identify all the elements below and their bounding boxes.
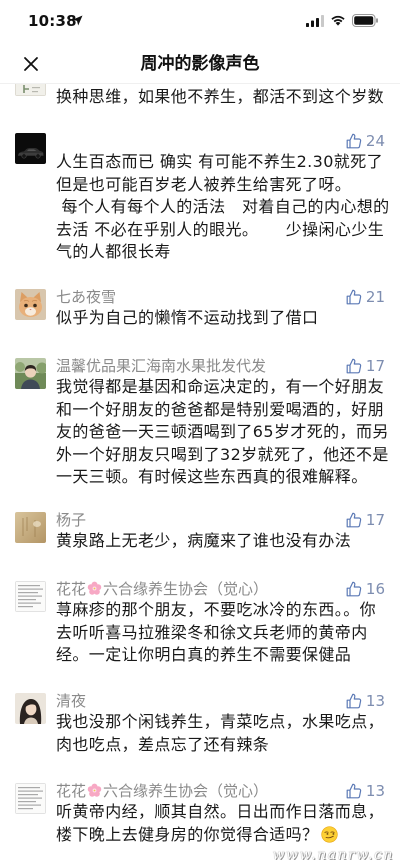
like-button[interactable]: 16 bbox=[346, 578, 385, 600]
comment-text-line: 楼下晚上去健身房的你觉得合适吗？ bbox=[56, 824, 392, 847]
thumbs-up-icon bbox=[346, 289, 362, 305]
commenter-name-part: 花花 bbox=[56, 580, 87, 598]
comment-text-line: 黄泉路上无老少，病魔来了谁也没有办法 bbox=[56, 531, 352, 550]
avatar bbox=[15, 133, 46, 164]
comment-text-line: 我觉得都是基因和命运决定的，有一个好朋友 bbox=[56, 377, 385, 396]
comment-text-line: 一天三顿。有时候这些东西真的很难解释。 bbox=[56, 467, 368, 486]
thumbs-up-icon bbox=[346, 783, 362, 799]
status-time: 10:38 bbox=[28, 12, 77, 30]
close-button[interactable] bbox=[21, 54, 41, 74]
commenter-name-part: 六合缘养生协会（觉心） bbox=[103, 580, 269, 598]
cherry-blossom-icon bbox=[87, 581, 102, 596]
comment-text-line: 外一个好朋友只喝到了32岁就死了，他还不是 bbox=[56, 444, 389, 464]
comment-text: 我觉得都是基因和命运决定的，有一个好朋友 和一个好朋友的爸爸都是特别爱喝酒的，好… bbox=[56, 376, 392, 489]
commenter-name: 清夜 bbox=[56, 692, 87, 710]
comment-text: 我也没那个闲钱养生，青菜吃点，水果吃点， 肉也吃点，差点忘了还有辣条 bbox=[56, 711, 392, 756]
comment-text-line: 我也没那个闲钱养生，青菜吃点，水果吃点， bbox=[56, 712, 385, 731]
status-bar: 10:38 bbox=[0, 0, 400, 44]
like-count: 13 bbox=[365, 782, 385, 800]
comment-text-line: 肉也吃点，差点忘了还有辣条 bbox=[56, 734, 270, 754]
comment-text-line: 和一个好朋友的爸爸都是特别爱喝酒的，好朋 bbox=[56, 399, 385, 419]
like-button[interactable]: 17 bbox=[346, 355, 385, 377]
like-count: 17 bbox=[365, 357, 385, 375]
comment-text-line: 经。一定让你明白真的养生不需要保健品 bbox=[56, 645, 352, 664]
commenter-name: 花花 六合缘养生协会（觉心） bbox=[56, 578, 268, 600]
thumbs-up-icon bbox=[346, 133, 362, 149]
comment-text: 黄泉路上无老少，病魔来了谁也没有办法 bbox=[56, 530, 392, 553]
avatar bbox=[15, 289, 46, 320]
signal-icon bbox=[306, 15, 324, 27]
comment-text-line: 听黄帝内经，顺其自然。日出而作日落而息， bbox=[56, 802, 385, 821]
like-count: 13 bbox=[365, 692, 385, 710]
commenter-name: 杨子 bbox=[56, 511, 87, 529]
page-title: 周冲的影像声色 bbox=[140, 54, 260, 74]
battery-icon bbox=[352, 14, 379, 27]
comment-text: 似乎为自己的懒惰不运动找到了借口 bbox=[56, 307, 392, 330]
comment-text-line: 友的爸爸一天三顿酒喝到了65岁才死的，而另 bbox=[56, 422, 389, 441]
close-icon bbox=[24, 57, 38, 71]
comment-text: 换种思维，如果他不养生，都活不到这个岁数 bbox=[56, 86, 392, 109]
thumbs-up-icon bbox=[346, 693, 362, 709]
avatar bbox=[15, 581, 46, 612]
commenter-name: 花花 六合缘养生协会（觉心） bbox=[56, 780, 268, 802]
cherry-blossom-icon bbox=[87, 783, 102, 798]
thumbs-up-icon bbox=[346, 512, 362, 528]
avatar bbox=[15, 358, 46, 389]
thumbs-up-icon bbox=[346, 358, 362, 374]
like-button[interactable]: 17 bbox=[346, 509, 385, 531]
comment-text-line: 但是也可能百岁老人被养生给害死了呀。 bbox=[56, 174, 352, 194]
commenter-name-part: 六合缘养生协会（觉心） bbox=[103, 782, 269, 800]
commenter-name-part: 花花 bbox=[56, 782, 87, 800]
like-count: 21 bbox=[365, 288, 385, 306]
comment-text: 人生百态而已 确实 有可能不养生2.30就死了 但是也可能百岁老人被养生给害死了… bbox=[56, 151, 392, 264]
watermark: www.nanrw.cn bbox=[272, 847, 394, 863]
comment-text: 听黄帝内经，顺其自然。日出而作日落而息， 楼下晚上去健身房的你觉得合适吗？ bbox=[56, 801, 392, 846]
like-button[interactable]: 13 bbox=[346, 690, 385, 712]
comment-text-span: 楼下晚上去健身房的你觉得合适吗？ bbox=[56, 824, 319, 844]
like-count: 17 bbox=[365, 511, 385, 529]
comment-text-line: 人生百态而已 确实 有可能不养生2.30就死了 bbox=[56, 152, 383, 171]
wifi-icon bbox=[330, 14, 346, 26]
comment-text-line: 荨麻疹的那个朋友，不要吃冰冷的东西。。你 bbox=[56, 600, 377, 619]
comment-text-line: 换种思维，如果他不养生，都活不到这个岁数 bbox=[56, 87, 385, 106]
comment-text-line: 去听听喜马拉雅梁冬和徐文兵老师的黄帝内 bbox=[56, 622, 368, 642]
comment-text-line: 去活 不必在乎别人的眼光。 少操闲心少生 bbox=[56, 219, 385, 239]
smirking-face-icon bbox=[321, 825, 339, 843]
comment-text-line: 每个人有每个人的活法 对着自己的内心想的 bbox=[56, 197, 390, 216]
comment-text: 荨麻疹的那个朋友，不要吃冰冷的东西。。你 去听听喜马拉雅梁冬和徐文兵老师的黄帝内… bbox=[56, 599, 392, 667]
commenter-name: 七あ夜雪 bbox=[56, 288, 117, 306]
avatar bbox=[15, 693, 46, 724]
comment-text-line: 似乎为自己的懒惰不运动找到了借口 bbox=[56, 308, 319, 327]
like-button[interactable]: 21 bbox=[346, 286, 385, 308]
like-count: 16 bbox=[365, 580, 385, 598]
like-count: 24 bbox=[365, 132, 385, 150]
comment-text-line: 气的人都很长寿 bbox=[56, 242, 171, 261]
location-arrow-icon bbox=[72, 15, 83, 26]
avatar bbox=[15, 783, 46, 814]
comment-list: 换种思维，如果他不养生，都活不到这个岁数 24 人生百态而已 确实 有可能不养生… bbox=[0, 0, 400, 866]
commenter-name: 温馨优品果汇海南水果批发代发 bbox=[56, 357, 267, 375]
like-button[interactable]: 24 bbox=[346, 130, 385, 152]
avatar bbox=[15, 512, 46, 543]
thumbs-up-icon bbox=[346, 581, 362, 597]
like-button[interactable]: 13 bbox=[346, 780, 385, 802]
nav-bar: 周冲的影像声色 bbox=[0, 44, 400, 84]
